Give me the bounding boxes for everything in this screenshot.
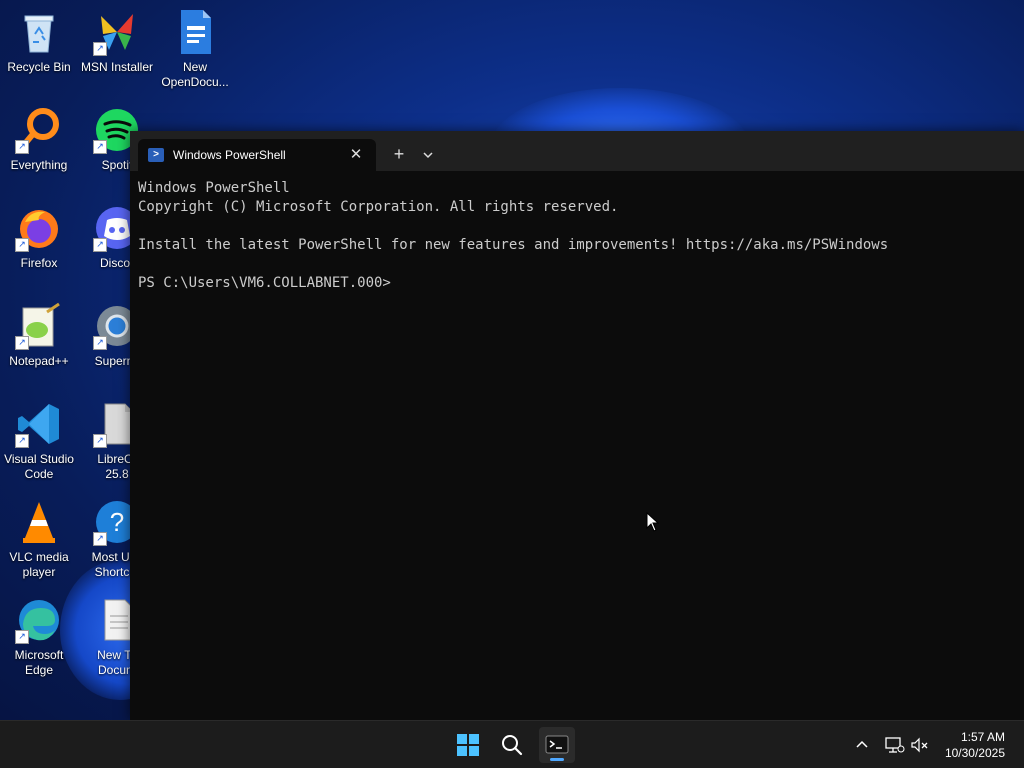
chevron-up-icon [856,740,868,748]
vscode-icon: ↗ [15,400,63,448]
desktop-icon-label: VLC media player [9,550,69,579]
console-output[interactable]: Windows PowerShell Copyright (C) Microso… [138,179,1018,293]
shortcut-arrow-icon: ↗ [93,140,107,154]
mouse-pointer-icon [646,511,660,532]
clock-time: 1:57 AM [960,730,1005,744]
desktop-icon-vlc[interactable]: VLC media player [1,494,77,586]
vlc-icon [15,498,63,546]
terminal-window[interactable]: > Windows PowerShell ✕ + Windows PowerSh… [130,131,1024,720]
shortcut-arrow-icon: ↗ [15,336,29,350]
clock-date: 10/30/2025 [944,746,1005,760]
desktop-icon-recycle-bin[interactable]: Recycle Bin [1,4,77,96]
active-app-indicator [550,758,564,761]
network-button[interactable] [882,733,906,757]
title-bar[interactable]: > Windows PowerShell ✕ + [130,131,1024,171]
taskbar: 1:57 AM 10/30/2025 [0,720,1024,768]
desktop-icon-new-opendocument[interactable]: New OpenDocu... [157,4,233,96]
shortcut-arrow-icon: ↗ [15,434,29,448]
firefox-icon: ↗ [15,204,63,252]
msn-butterfly-icon: ↗ [93,8,141,56]
desktop-icon-notepadpp[interactable]: ↗ Notepad++ [1,298,77,390]
start-button[interactable] [450,727,486,763]
shortcut-arrow-icon: ↗ [15,140,29,154]
desktop-icon-label: Notepad++ [9,354,69,368]
desktop-icon-label: Everything [10,158,68,172]
console-line: Copyright (C) Microsoft Corporation. All… [138,199,619,215]
desktop-icon-label: MSN Installer [80,60,154,74]
tab-windows-powershell[interactable]: > Windows PowerShell ✕ [138,139,376,171]
recycle-bin-icon [15,8,63,56]
desktop-icon-label: Visual Studio Code [4,452,74,481]
document-icon [171,8,219,56]
tab-close-button[interactable]: ✕ [346,145,366,165]
shortcut-arrow-icon: ↗ [93,238,107,252]
desktop-icon-vscode[interactable]: ↗ Visual Studio Code [1,396,77,488]
desktop-icon-label: Recycle Bin [7,60,71,74]
shortcut-arrow-icon: ↗ [93,42,107,56]
console-line: Windows PowerShell [138,180,290,196]
powershell-icon: > [148,148,164,162]
notepadpp-icon: ↗ [15,302,63,350]
desktop-icon-label: New OpenDocu... [161,60,229,89]
desktop-icon-msn-installer[interactable]: ↗ MSN Installer [79,4,155,96]
search-button[interactable] [494,727,530,763]
search-icon [502,735,523,756]
shortcut-arrow-icon: ↗ [15,630,29,644]
console-line: Install the latest PowerShell for new fe… [138,237,889,253]
system-clock[interactable]: 1:57 AM 10/30/2025 [925,729,1005,761]
new-tab-button[interactable]: + [387,143,411,167]
everything-icon: ↗ [15,106,63,154]
svg-text:?: ? [110,507,124,537]
shortcut-arrow-icon: ↗ [93,336,107,350]
network-icon [885,737,905,753]
desktop-icon-label: Microsoft Edge [14,648,64,677]
windows-logo-icon [457,734,479,756]
shortcut-arrow-icon: ↗ [93,532,107,546]
console-prompt[interactable]: PS C:\Users\VM6.COLLABNET.000> [138,274,1018,293]
tab-title: Windows PowerShell [173,148,286,162]
taskbar-terminal-app[interactable] [539,727,575,763]
desktop-icon-firefox[interactable]: ↗ Firefox [1,200,77,292]
shortcut-arrow-icon: ↗ [93,434,107,448]
desktop-icon-label: Firefox [20,256,58,270]
shortcut-arrow-icon: ↗ [15,238,29,252]
desktop-icon-everything[interactable]: ↗ Everything [1,102,77,194]
edge-icon: ↗ [15,596,63,644]
chevron-down-icon [423,152,433,159]
desktop-icon-edge[interactable]: ↗ Microsoft Edge [1,592,77,684]
tab-dropdown-button[interactable] [417,143,439,167]
show-hidden-icons-button[interactable] [850,733,874,757]
